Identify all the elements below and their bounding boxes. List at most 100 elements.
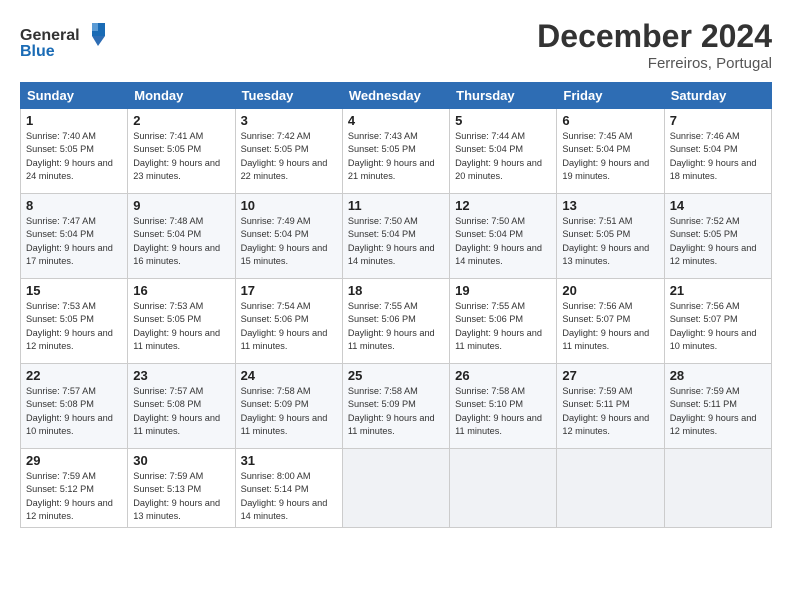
day-info: Sunrise: 7:54 AMSunset: 5:06 PMDaylight:… [241,300,337,353]
day-info: Sunrise: 7:58 AMSunset: 5:09 PMDaylight:… [241,385,337,438]
day-info: Sunrise: 7:45 AMSunset: 5:04 PMDaylight:… [562,130,658,183]
day-number: 2 [133,113,229,128]
day-info: Sunrise: 7:59 AMSunset: 5:13 PMDaylight:… [133,470,229,523]
day-info: Sunrise: 7:56 AMSunset: 5:07 PMDaylight:… [562,300,658,353]
weekday-header-saturday: Saturday [664,83,771,109]
title-area: December 2024 Ferreiros, Portugal [537,18,772,72]
day-info: Sunrise: 7:59 AMSunset: 5:11 PMDaylight:… [562,385,658,438]
svg-text:Blue: Blue [20,43,55,58]
calendar-cell: 7 Sunrise: 7:46 AMSunset: 5:04 PMDayligh… [664,109,771,194]
day-number: 24 [241,368,337,383]
day-info: Sunrise: 7:52 AMSunset: 5:05 PMDaylight:… [670,215,766,268]
day-number: 9 [133,198,229,213]
calendar-cell: 2 Sunrise: 7:41 AMSunset: 5:05 PMDayligh… [128,109,235,194]
day-number: 5 [455,113,551,128]
day-info: Sunrise: 7:50 AMSunset: 5:04 PMDaylight:… [348,215,444,268]
day-info: Sunrise: 7:51 AMSunset: 5:05 PMDaylight:… [562,215,658,268]
weekday-header-friday: Friday [557,83,664,109]
day-number: 30 [133,453,229,468]
weekday-header-row: SundayMondayTuesdayWednesdayThursdayFrid… [21,83,772,109]
calendar-cell: 8 Sunrise: 7:47 AMSunset: 5:04 PMDayligh… [21,194,128,279]
day-number: 12 [455,198,551,213]
calendar-cell: 28 Sunrise: 7:59 AMSunset: 5:11 PMDaylig… [664,364,771,449]
location-title: Ferreiros, Portugal [537,55,772,72]
day-number: 29 [26,453,122,468]
header: General Blue December 2024 Ferreiros, Po… [20,18,772,72]
day-number: 14 [670,198,766,213]
day-number: 21 [670,283,766,298]
day-info: Sunrise: 7:42 AMSunset: 5:05 PMDaylight:… [241,130,337,183]
day-number: 11 [348,198,444,213]
calendar-cell: 30 Sunrise: 7:59 AMSunset: 5:13 PMDaylig… [128,449,235,528]
day-info: Sunrise: 7:58 AMSunset: 5:09 PMDaylight:… [348,385,444,438]
weekday-header-wednesday: Wednesday [342,83,449,109]
day-info: Sunrise: 7:48 AMSunset: 5:04 PMDaylight:… [133,215,229,268]
day-number: 26 [455,368,551,383]
day-info: Sunrise: 7:49 AMSunset: 5:04 PMDaylight:… [241,215,337,268]
calendar-cell: 12 Sunrise: 7:50 AMSunset: 5:04 PMDaylig… [450,194,557,279]
month-title: December 2024 [537,18,772,55]
calendar-cell: 14 Sunrise: 7:52 AMSunset: 5:05 PMDaylig… [664,194,771,279]
day-info: Sunrise: 7:46 AMSunset: 5:04 PMDaylight:… [670,130,766,183]
svg-text:General: General [20,27,80,44]
day-info: Sunrise: 7:59 AMSunset: 5:12 PMDaylight:… [26,470,122,523]
calendar-cell: 6 Sunrise: 7:45 AMSunset: 5:04 PMDayligh… [557,109,664,194]
day-number: 7 [670,113,766,128]
week-row-1: 1 Sunrise: 7:40 AMSunset: 5:05 PMDayligh… [21,109,772,194]
day-info: Sunrise: 7:41 AMSunset: 5:05 PMDaylight:… [133,130,229,183]
calendar-cell [557,449,664,528]
day-info: Sunrise: 7:57 AMSunset: 5:08 PMDaylight:… [26,385,122,438]
day-number: 6 [562,113,658,128]
logo: General Blue [20,18,110,63]
day-number: 3 [241,113,337,128]
week-row-5: 29 Sunrise: 7:59 AMSunset: 5:12 PMDaylig… [21,449,772,528]
calendar-cell: 3 Sunrise: 7:42 AMSunset: 5:05 PMDayligh… [235,109,342,194]
day-info: Sunrise: 7:50 AMSunset: 5:04 PMDaylight:… [455,215,551,268]
day-number: 10 [241,198,337,213]
calendar-cell: 13 Sunrise: 7:51 AMSunset: 5:05 PMDaylig… [557,194,664,279]
day-info: Sunrise: 7:59 AMSunset: 5:11 PMDaylight:… [670,385,766,438]
day-info: Sunrise: 7:47 AMSunset: 5:04 PMDaylight:… [26,215,122,268]
calendar-cell: 15 Sunrise: 7:53 AMSunset: 5:05 PMDaylig… [21,279,128,364]
day-number: 15 [26,283,122,298]
day-info: Sunrise: 7:44 AMSunset: 5:04 PMDaylight:… [455,130,551,183]
day-number: 23 [133,368,229,383]
week-row-4: 22 Sunrise: 7:57 AMSunset: 5:08 PMDaylig… [21,364,772,449]
day-number: 1 [26,113,122,128]
day-info: Sunrise: 7:55 AMSunset: 5:06 PMDaylight:… [455,300,551,353]
day-number: 20 [562,283,658,298]
calendar-cell [342,449,449,528]
calendar-cell: 1 Sunrise: 7:40 AMSunset: 5:05 PMDayligh… [21,109,128,194]
calendar-cell: 19 Sunrise: 7:55 AMSunset: 5:06 PMDaylig… [450,279,557,364]
day-number: 18 [348,283,444,298]
calendar-cell: 29 Sunrise: 7:59 AMSunset: 5:12 PMDaylig… [21,449,128,528]
week-row-2: 8 Sunrise: 7:47 AMSunset: 5:04 PMDayligh… [21,194,772,279]
day-number: 16 [133,283,229,298]
day-info: Sunrise: 7:58 AMSunset: 5:10 PMDaylight:… [455,385,551,438]
calendar-cell: 26 Sunrise: 7:58 AMSunset: 5:10 PMDaylig… [450,364,557,449]
calendar-cell: 22 Sunrise: 7:57 AMSunset: 5:08 PMDaylig… [21,364,128,449]
day-info: Sunrise: 7:43 AMSunset: 5:05 PMDaylight:… [348,130,444,183]
day-number: 22 [26,368,122,383]
day-info: Sunrise: 7:57 AMSunset: 5:08 PMDaylight:… [133,385,229,438]
day-number: 31 [241,453,337,468]
day-info: Sunrise: 7:55 AMSunset: 5:06 PMDaylight:… [348,300,444,353]
calendar-cell: 27 Sunrise: 7:59 AMSunset: 5:11 PMDaylig… [557,364,664,449]
calendar-cell: 20 Sunrise: 7:56 AMSunset: 5:07 PMDaylig… [557,279,664,364]
calendar-cell [450,449,557,528]
day-number: 27 [562,368,658,383]
logo-text: General Blue [20,18,110,63]
day-info: Sunrise: 7:56 AMSunset: 5:07 PMDaylight:… [670,300,766,353]
calendar-cell: 4 Sunrise: 7:43 AMSunset: 5:05 PMDayligh… [342,109,449,194]
day-number: 28 [670,368,766,383]
calendar-cell: 11 Sunrise: 7:50 AMSunset: 5:04 PMDaylig… [342,194,449,279]
calendar-body: 1 Sunrise: 7:40 AMSunset: 5:05 PMDayligh… [21,109,772,528]
calendar-cell: 17 Sunrise: 7:54 AMSunset: 5:06 PMDaylig… [235,279,342,364]
calendar-cell: 16 Sunrise: 7:53 AMSunset: 5:05 PMDaylig… [128,279,235,364]
day-info: Sunrise: 7:53 AMSunset: 5:05 PMDaylight:… [26,300,122,353]
calendar-cell: 10 Sunrise: 7:49 AMSunset: 5:04 PMDaylig… [235,194,342,279]
calendar-cell: 23 Sunrise: 7:57 AMSunset: 5:08 PMDaylig… [128,364,235,449]
day-number: 19 [455,283,551,298]
calendar-cell: 24 Sunrise: 7:58 AMSunset: 5:09 PMDaylig… [235,364,342,449]
calendar-cell: 9 Sunrise: 7:48 AMSunset: 5:04 PMDayligh… [128,194,235,279]
